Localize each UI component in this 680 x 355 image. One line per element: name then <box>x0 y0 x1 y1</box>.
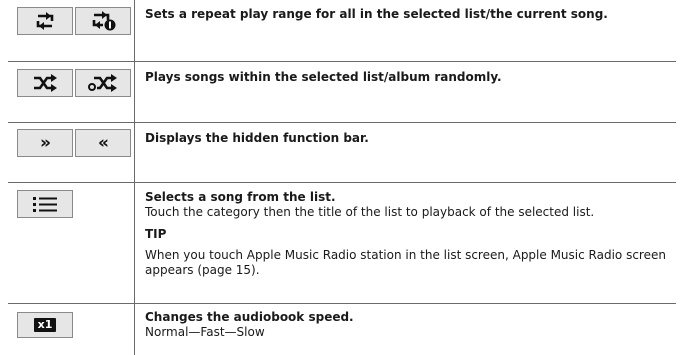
function-table: Sets a repeat play range for all in the … <box>0 0 680 355</box>
row-body: Normal—Fast—Slow <box>145 325 265 339</box>
shuffle-songs-button[interactable] <box>17 69 73 97</box>
icon-cell: » « <box>8 129 134 159</box>
repeat-all-icon <box>33 12 57 30</box>
shuffle-albums-button[interactable] <box>75 69 131 97</box>
hide-function-bar-button[interactable]: « <box>75 129 131 157</box>
row-title: Plays songs within the selected list/alb… <box>145 70 502 84</box>
table-row: » « Displays the hidden function bar. <box>8 123 676 182</box>
speed-x1-icon: x1 <box>33 318 57 332</box>
description-cell: Displays the hidden function bar. <box>145 131 680 146</box>
row-title: Selects a song from the list. <box>145 190 336 204</box>
repeat-one-button[interactable] <box>75 7 131 35</box>
tip-heading: TIP <box>145 227 167 241</box>
icon-cell <box>8 190 134 220</box>
audiobook-speed-button[interactable]: x1 <box>17 312 73 338</box>
tip-body: When you touch Apple Music Radio station… <box>145 248 666 277</box>
table-row: Selects a song from the list. Touch the … <box>8 183 676 303</box>
repeat-one-icon <box>89 11 117 31</box>
icon-cell <box>8 7 134 37</box>
show-function-bar-button[interactable]: » <box>17 129 73 157</box>
table-row: Sets a repeat play range for all in the … <box>8 0 676 61</box>
description-cell: Changes the audiobook speed. Normal—Fast… <box>145 310 680 340</box>
chevron-right-double-icon: » <box>40 133 51 153</box>
description-cell: Plays songs within the selected list/alb… <box>145 70 680 85</box>
row-title: Sets a repeat play range for all in the … <box>145 7 608 21</box>
row-title: Displays the hidden function bar. <box>145 131 369 145</box>
icon-cell <box>8 69 134 99</box>
row-title: Changes the audiobook speed. <box>145 310 354 324</box>
description-cell: Selects a song from the list. Touch the … <box>145 190 680 278</box>
chevron-left-double-icon: « <box>98 133 109 153</box>
repeat-all-button[interactable] <box>17 7 73 35</box>
shuffle-songs-icon <box>32 74 58 92</box>
description-cell: Sets a repeat play range for all in the … <box>145 7 680 22</box>
icon-cell: x1 <box>8 312 134 342</box>
list-icon <box>33 196 57 212</box>
shuffle-albums-icon <box>88 74 118 92</box>
row-body: Touch the category then the title of the… <box>145 205 595 219</box>
list-button[interactable] <box>17 190 73 218</box>
table-row: Plays songs within the selected list/alb… <box>8 62 676 122</box>
table-row: x1 Changes the audiobook speed. Normal—F… <box>8 304 676 355</box>
